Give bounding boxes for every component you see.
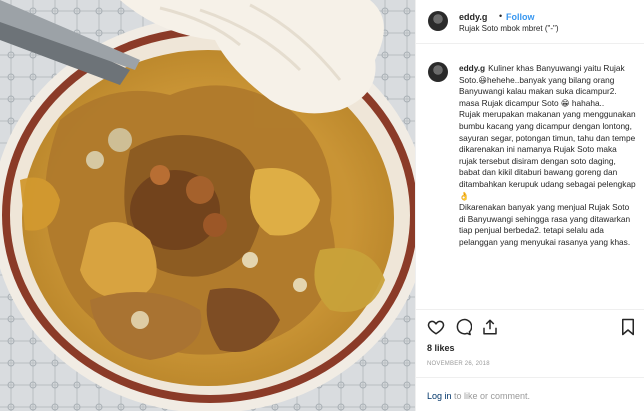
share-icon[interactable] bbox=[481, 318, 499, 336]
caption-avatar[interactable] bbox=[428, 62, 448, 82]
caption-paragraph-2: Rujak merupakan makanan yang menggunakan… bbox=[459, 109, 636, 201]
caption-text: eddy.g Kuliner khas Banyuwangi yaitu Ruja… bbox=[459, 63, 637, 249]
login-prompt-text: to like or comment. bbox=[451, 391, 531, 401]
food-image bbox=[0, 0, 415, 411]
caption-paragraph-3: Dikarenakan banyak yang menjual Rujak So… bbox=[459, 202, 631, 247]
separator-dot: • bbox=[499, 11, 503, 21]
bookmark-icon[interactable] bbox=[619, 318, 637, 336]
login-prompt: Log in to like or comment. bbox=[427, 391, 530, 401]
header-username[interactable]: eddy.g bbox=[459, 12, 487, 22]
caption-username[interactable]: eddy.g bbox=[459, 63, 485, 73]
comment-icon[interactable] bbox=[454, 318, 472, 336]
caption: eddy.g Kuliner khas Banyuwangi yaitu Ruja… bbox=[416, 50, 644, 308]
heart-icon[interactable] bbox=[427, 318, 445, 336]
likes-count[interactable]: 8 likes bbox=[427, 343, 455, 353]
action-bar bbox=[416, 309, 644, 340]
avatar[interactable] bbox=[428, 11, 448, 31]
location-link[interactable]: Rujak Soto mbok mbret ("-") bbox=[459, 24, 558, 33]
comment-footer: Log in to like or comment. bbox=[416, 377, 644, 411]
post-side-panel: eddy.g • Follow Rujak Soto mbok mbret ("… bbox=[415, 0, 644, 411]
login-link[interactable]: Log in bbox=[427, 391, 452, 401]
caption-paragraph-1: eddy.g Kuliner khas Banyuwangi yaitu Ruja… bbox=[459, 63, 637, 109]
post-header: eddy.g • Follow Rujak Soto mbok mbret ("… bbox=[416, 0, 644, 44]
follow-button[interactable]: Follow bbox=[506, 12, 535, 22]
post-date: NOVEMBER 26, 2018 bbox=[427, 361, 490, 367]
post-photo[interactable] bbox=[0, 0, 415, 411]
